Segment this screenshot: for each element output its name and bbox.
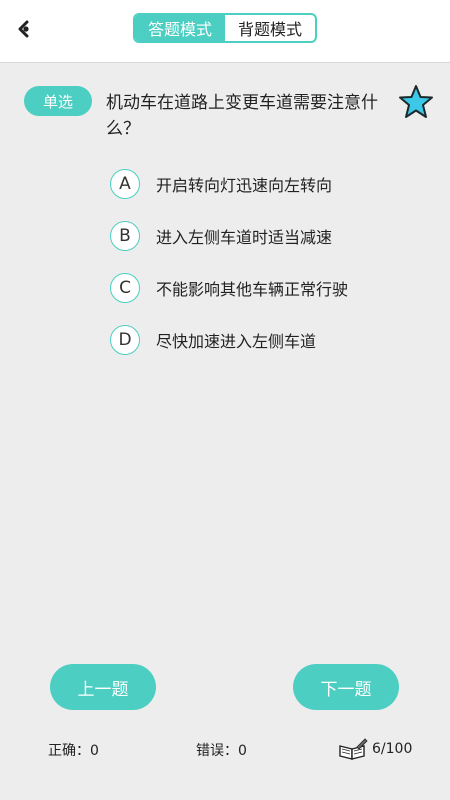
question-text: 机动车在道路上变更车道需要注意什么？ <box>106 93 378 139</box>
option-text: 开启转向灯迅速向左转向 <box>156 176 333 195</box>
mode-switch: 答题模式 背题模式 <box>133 13 317 43</box>
option-text: 进入左侧车道时适当减速 <box>156 228 333 247</box>
option-a[interactable]: A 开启转向灯迅速向左转向 <box>110 165 410 203</box>
wrong-count: 错误：0 <box>196 743 247 759</box>
progress-text: 6/100 <box>372 741 413 757</box>
option-text: 尽快加速进入左侧车道 <box>156 332 317 351</box>
next-question-button[interactable]: 下一题 <box>293 664 399 710</box>
option-text: 不能影响其他车辆正常行驶 <box>156 280 349 299</box>
back-arrow-icon[interactable] <box>16 20 32 38</box>
prev-question-button[interactable]: 上一题 <box>50 664 156 710</box>
option-b[interactable]: B 进入左侧车道时适当减速 <box>110 217 410 255</box>
book-pencil-icon <box>339 738 368 760</box>
progress-indicator[interactable]: 6/100 <box>338 738 412 760</box>
option-letter: D <box>110 325 140 355</box>
option-letter: C <box>110 273 140 303</box>
option-c[interactable]: C 不能影响其他车辆正常行驶 <box>110 269 410 307</box>
option-letter: A <box>110 169 140 199</box>
tab-memorize-mode[interactable]: 背题模式 <box>225 15 315 41</box>
star-icon[interactable] <box>398 84 434 120</box>
header-bar: 答题模式 背题模式 <box>0 0 450 63</box>
status-bar: 正确：0 错误：0 6/100 <box>0 738 450 762</box>
option-letter: B <box>110 221 140 251</box>
question-type-badge: 单选 <box>24 86 92 116</box>
option-d[interactable]: D 尽快加速进入左侧车道 <box>110 321 410 359</box>
tab-answer-mode[interactable]: 答题模式 <box>135 15 225 41</box>
correct-count: 正确：0 <box>48 743 99 759</box>
